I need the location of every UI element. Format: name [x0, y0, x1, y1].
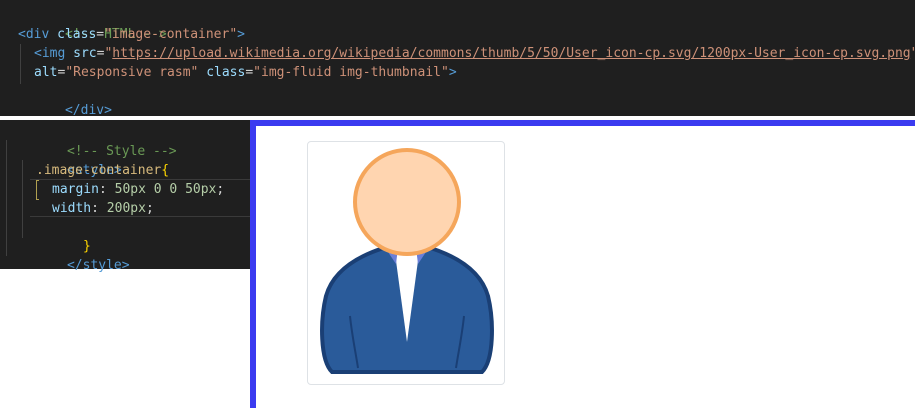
- screenshot: <!-- HTML --> <div class="image-containe…: [0, 0, 915, 408]
- alt-value: "Responsive rasm": [65, 65, 199, 80]
- css-line-5: width: 200px;: [52, 199, 154, 218]
- width-value: 200px: [106, 201, 146, 216]
- image-thumbnail[interactable]: [307, 141, 505, 385]
- quote: ": [911, 46, 915, 61]
- semicolon: ;: [216, 182, 225, 197]
- div-open-tag: <div: [18, 27, 50, 42]
- css-line-3: .image-container{: [36, 161, 169, 180]
- css-line-4: margin: 50px 0 0 50px;: [52, 180, 224, 199]
- html-code-panel[interactable]: <!-- HTML --> <div class="image-containe…: [0, 0, 915, 118]
- user-head: [353, 148, 461, 256]
- class-attr: class: [206, 65, 246, 80]
- src-attr: src: [73, 46, 97, 61]
- browser-preview: [250, 120, 915, 408]
- code-line-2: <div class="image-container">: [18, 25, 245, 44]
- margin-property: margin: [52, 182, 99, 197]
- css-line-7: </style>: [20, 237, 130, 294]
- margin-value: 50px 0 0 50px: [114, 182, 217, 197]
- img-tag: <img: [34, 46, 66, 61]
- tag-close: >: [448, 65, 457, 80]
- brace-open: {: [161, 163, 170, 178]
- colon: :: [91, 201, 99, 216]
- style-close-tag: </style>: [66, 258, 130, 273]
- class-attr: class: [57, 27, 97, 42]
- semicolon: ;: [145, 201, 154, 216]
- src-url-link[interactable]: https://upload.wikimedia.org/wikipedia/c…: [112, 46, 910, 61]
- equals-sign: =: [96, 27, 105, 42]
- alt-attr: alt: [34, 65, 58, 80]
- div-close-tag: </div>: [64, 103, 112, 118]
- class-value: "image-container": [104, 27, 238, 42]
- code-line-3: <img src="https://upload.wikimedia.org/w…: [34, 44, 915, 63]
- indent-guide: [6, 140, 7, 256]
- width-property: width: [52, 201, 92, 216]
- user-icon: [320, 148, 494, 374]
- css-code-panel[interactable]: <!-- Style --> <style> .image-container{…: [0, 120, 250, 273]
- css-selector: .image-container: [36, 163, 162, 178]
- equals-sign: =: [245, 65, 254, 80]
- tag-close: >: [237, 27, 245, 42]
- class-value: "img-fluid img-thumbnail": [253, 65, 449, 80]
- code-line-4: alt="Responsive rasm" class="img-fluid i…: [34, 63, 457, 82]
- colon: :: [98, 182, 107, 197]
